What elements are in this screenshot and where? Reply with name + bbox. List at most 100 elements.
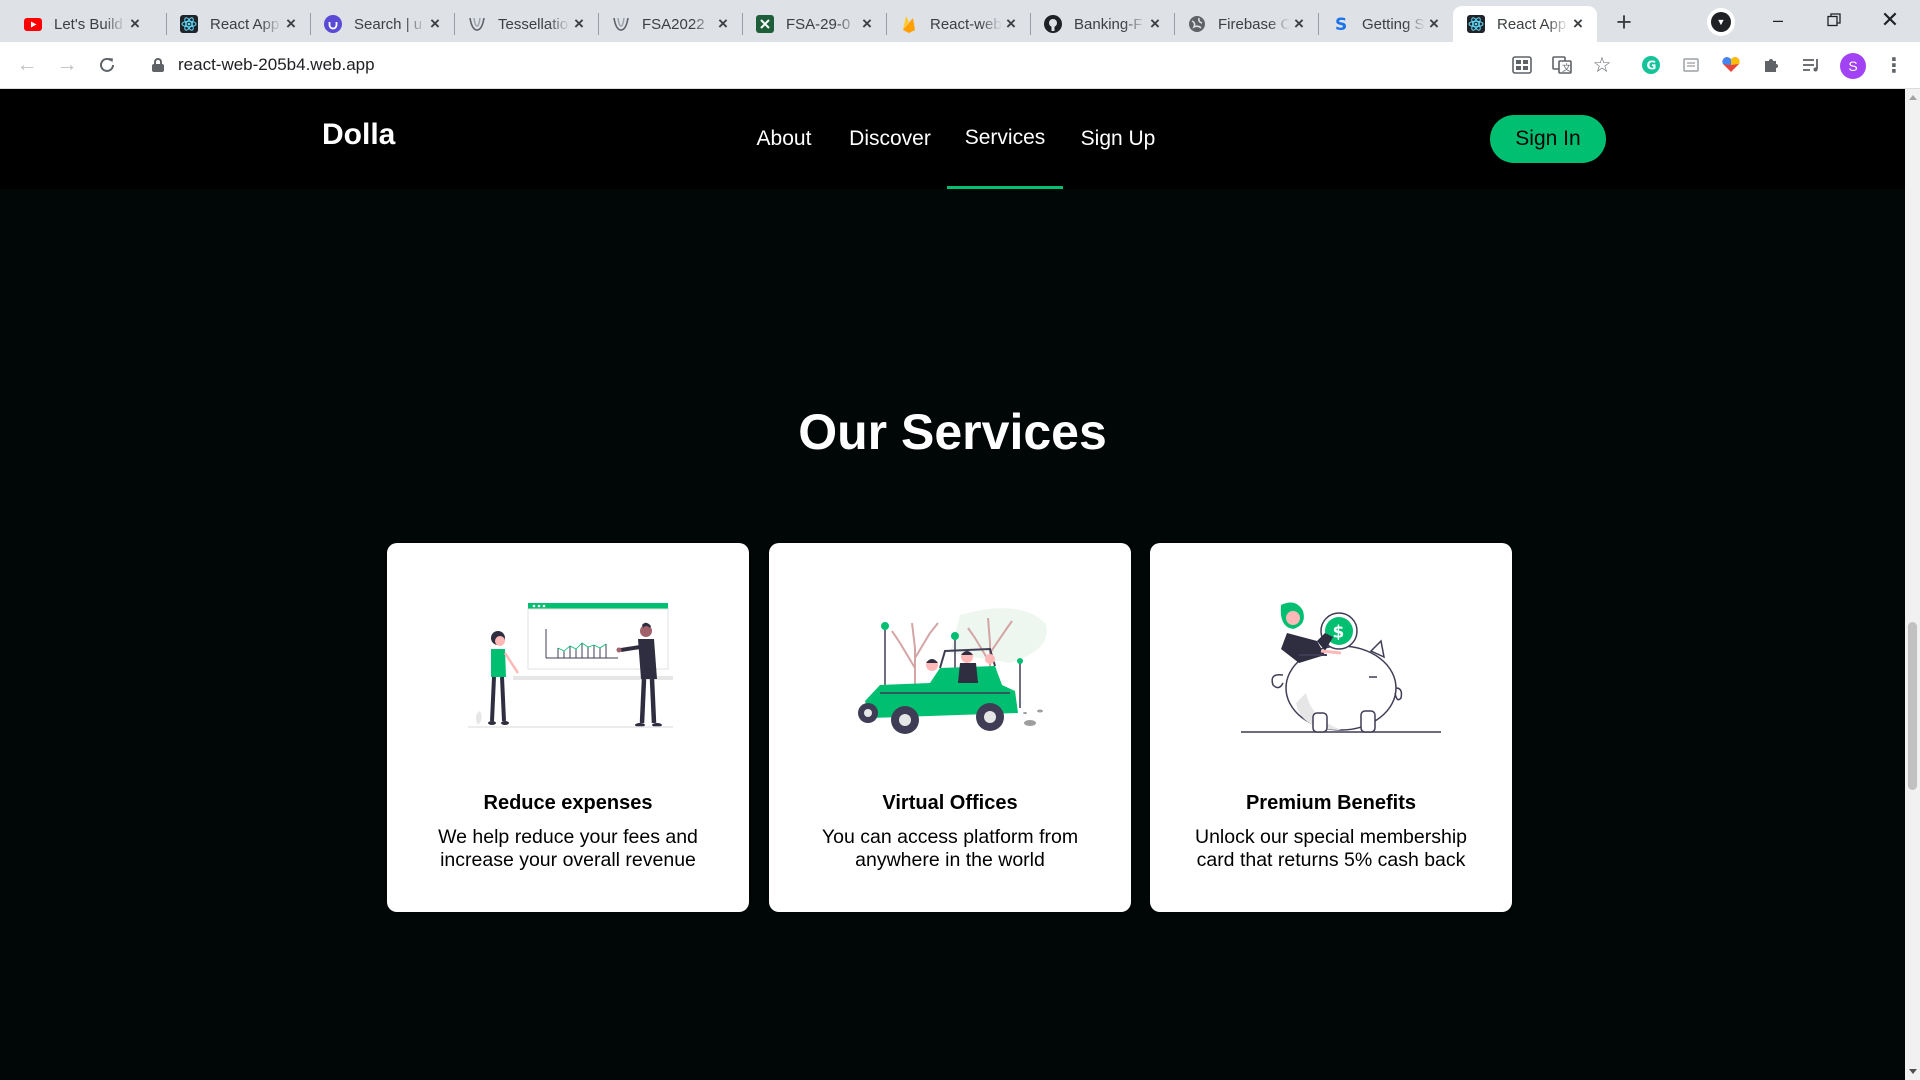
tessellation-icon xyxy=(468,15,486,33)
tab-separator xyxy=(742,13,743,35)
scroll-down-icon[interactable] xyxy=(1909,1069,1917,1074)
service-card-text: Unlock our special membership card that … xyxy=(1194,826,1468,871)
service-card-title: Reduce expenses xyxy=(483,792,653,814)
lock-icon xyxy=(152,58,164,72)
chevron-down-icon: ▼ xyxy=(1711,12,1731,32)
svg-text:文: 文 xyxy=(1562,62,1571,74)
green-jeep-illustration xyxy=(769,593,1131,773)
tab-title: React App xyxy=(1497,15,1567,33)
tab-separator xyxy=(1174,13,1175,35)
service-card-title: Premium Benefits xyxy=(1245,792,1417,814)
tab-title: Search | u xyxy=(354,15,423,33)
extension-heart-icon[interactable] xyxy=(1719,53,1743,77)
page-scrollbar[interactable] xyxy=(1905,89,1920,1080)
tab-close-icon[interactable]: × xyxy=(426,14,444,33)
tab-close-icon[interactable]: × xyxy=(570,14,588,33)
reading-mode-icon[interactable] xyxy=(1679,53,1703,77)
browser-tab[interactable]: S Getting St × xyxy=(1318,6,1453,42)
browser-tab[interactable]: React App × xyxy=(166,6,310,42)
github-icon xyxy=(1044,15,1062,33)
tab-title: FSA2022 xyxy=(642,15,705,33)
svg-text:S: S xyxy=(1335,15,1347,33)
tab-separator xyxy=(886,13,887,35)
service-card-title: Virtual Offices xyxy=(882,792,1018,814)
reload-icon xyxy=(100,57,114,72)
forward-button[interactable]: → xyxy=(52,50,82,80)
browser-tab[interactable]: React-web × xyxy=(886,6,1030,42)
browser-tab[interactable]: Firebase C × xyxy=(1174,6,1318,42)
site-logo[interactable]: Dolla xyxy=(322,118,395,152)
svg-text:$: $ xyxy=(1333,623,1345,643)
tab-close-icon[interactable]: × xyxy=(126,14,144,33)
browser-tab[interactable]: Let's Build × xyxy=(10,6,154,42)
grammarly-icon[interactable]: G xyxy=(1639,53,1663,77)
service-card-virtual-offices[interactable]: Virtual Offices You can access platform … xyxy=(769,543,1131,912)
service-card-premium-benefits[interactable]: $ Premium Benefits Unlock our special me… xyxy=(1150,543,1512,912)
nav-link-about[interactable]: About xyxy=(746,89,822,189)
tab-title: FSA-29-0 xyxy=(786,15,851,33)
restore-button[interactable] xyxy=(1806,0,1862,40)
nav-link-sign-up[interactable]: Sign Up xyxy=(1076,89,1160,189)
tab-title: Tessellatio xyxy=(498,15,569,33)
browser-tab[interactable]: Tessellatio × xyxy=(454,6,598,42)
tab-close-icon[interactable]: × xyxy=(1569,14,1587,33)
nav-link-discover[interactable]: Discover xyxy=(840,89,940,189)
browser-tab[interactable]: Banking-F × xyxy=(1030,6,1174,42)
react-icon xyxy=(180,15,198,33)
tab-close-icon[interactable]: × xyxy=(1002,14,1020,33)
section-title: Our Services xyxy=(798,404,1107,460)
back-button[interactable]: ← xyxy=(12,50,42,80)
reload-button[interactable] xyxy=(92,50,122,80)
bookmark-star-icon[interactable]: ☆ xyxy=(1590,53,1614,77)
tab-close-icon[interactable]: × xyxy=(282,14,300,33)
tab-close-icon[interactable]: × xyxy=(1290,14,1308,33)
browser-toolbar: ← → react-web-205b4.web.app 文 ☆ G S ⋮ xyxy=(0,42,1920,89)
address-bar[interactable]: react-web-205b4.web.app xyxy=(140,48,1480,82)
tab-title: React-web xyxy=(930,15,1002,33)
site-navbar: Dolla About Discover Services Sign Up Sign … xyxy=(0,89,1905,189)
styled-s-icon: S xyxy=(1332,15,1350,33)
tab-title: Banking-F xyxy=(1074,15,1143,33)
scroll-up-icon[interactable] xyxy=(1909,95,1917,100)
tab-title: React App xyxy=(210,15,280,33)
minimize-button[interactable]: – xyxy=(1750,0,1806,40)
tab-separator xyxy=(1030,13,1031,35)
udemy-icon xyxy=(324,15,342,33)
tab-title: Getting St xyxy=(1362,15,1425,33)
tab-close-icon[interactable]: × xyxy=(1146,14,1164,33)
extensions-puzzle-icon[interactable] xyxy=(1759,53,1783,77)
media-control-icon[interactable] xyxy=(1799,53,1823,77)
tab-close-icon[interactable]: × xyxy=(714,14,732,33)
new-tab-button[interactable]: + xyxy=(1608,6,1640,38)
youtube-icon xyxy=(24,15,42,33)
service-card-reduce-expenses[interactable]: Reduce expenses We help reduce your fees… xyxy=(387,543,749,912)
tessellation-icon xyxy=(612,15,630,33)
tab-separator xyxy=(1318,13,1319,35)
close-window-button[interactable]: ✕ xyxy=(1862,0,1918,40)
globe-icon xyxy=(1188,15,1206,33)
tab-close-icon[interactable]: × xyxy=(1425,14,1443,33)
service-card-text: You can access platform from anywhere in… xyxy=(821,826,1079,871)
nav-link-services[interactable]: Services xyxy=(947,89,1063,189)
translate-icon[interactable]: 文 xyxy=(1550,53,1574,77)
page-viewport: Dolla About Discover Services Sign Up Sign … xyxy=(0,89,1905,1080)
tab-separator xyxy=(454,13,455,35)
tab-strip: Let's Build × React App × Search | u × Tessell… xyxy=(0,0,1920,42)
scrollbar-thumb[interactable] xyxy=(1908,622,1917,790)
browser-tab[interactable]: FSA-29-0 × xyxy=(742,6,886,42)
tab-close-icon[interactable]: × xyxy=(858,14,876,33)
tab-title: Let's Build xyxy=(54,15,123,33)
more-menu-icon[interactable]: ⋮ xyxy=(1882,53,1906,77)
profile-avatar[interactable]: S xyxy=(1840,53,1866,79)
tab-separator xyxy=(310,13,311,35)
install-app-icon[interactable] xyxy=(1510,53,1534,77)
firebase-icon xyxy=(900,15,918,33)
browser-tab[interactable]: Search | u × xyxy=(310,6,454,42)
service-card-text: We help reduce your fees and increase yo… xyxy=(438,826,698,871)
browser-tab[interactable]: FSA2022 × xyxy=(598,6,742,42)
tab-search-button[interactable]: ▼ xyxy=(1707,8,1735,36)
sign-in-button[interactable]: Sign In xyxy=(1490,115,1606,163)
tab-separator xyxy=(598,13,599,35)
browser-tab[interactable]: React App × xyxy=(1453,6,1597,42)
tab-separator xyxy=(166,13,167,35)
